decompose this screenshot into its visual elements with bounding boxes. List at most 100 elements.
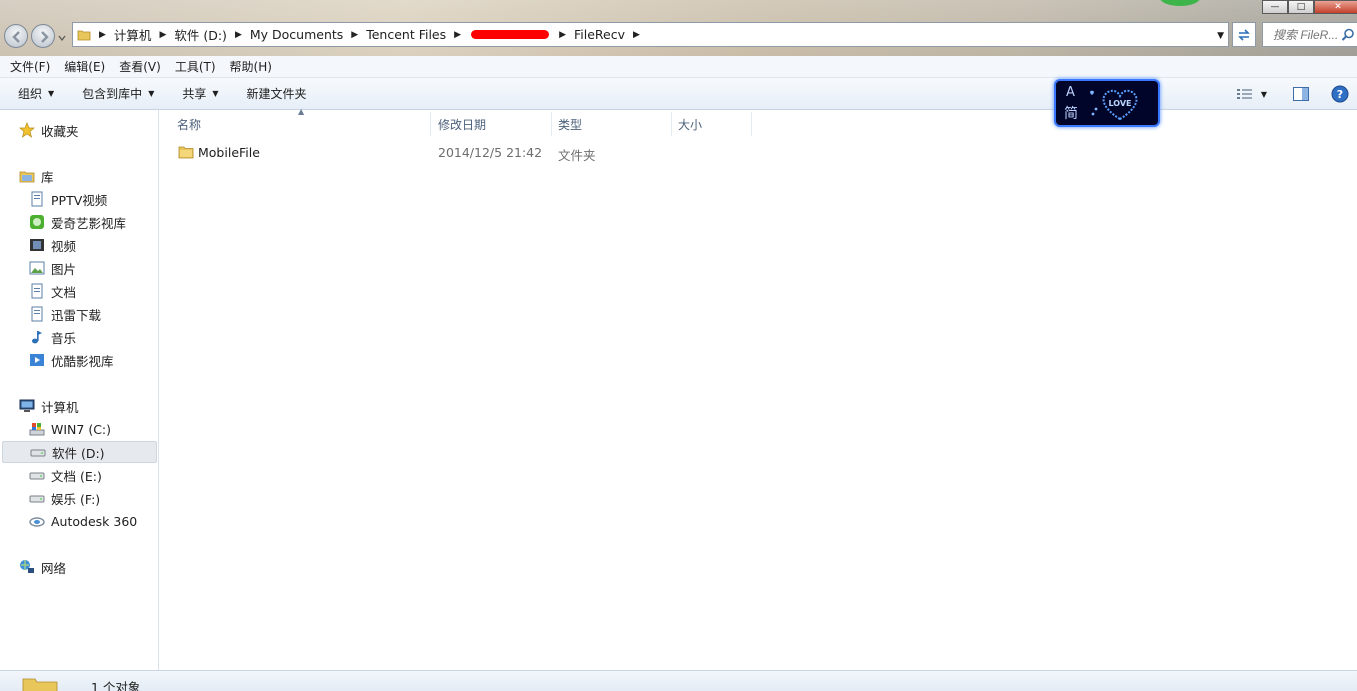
breadcrumb-separator[interactable]: ▶ bbox=[155, 30, 170, 40]
breadcrumb-separator[interactable]: ▶ bbox=[450, 30, 465, 40]
nav-favorites-label: 收藏夹 bbox=[41, 123, 79, 139]
menu-help[interactable]: 帮助(H) bbox=[223, 56, 279, 78]
ime-status-widget[interactable]: A 简 LOVE bbox=[1054, 79, 1160, 127]
nav-library-label: PPTV视频 bbox=[51, 192, 108, 208]
breadcrumb-tencent-files[interactable]: Tencent Files bbox=[362, 23, 450, 46]
file-name: MobileFile bbox=[198, 145, 260, 160]
nav-library-pptv[interactable]: PPTV视频 bbox=[0, 188, 158, 210]
picture-icon bbox=[29, 260, 45, 276]
redacted-breadcrumb bbox=[471, 30, 550, 39]
address-history-dropdown[interactable]: ▼ bbox=[1217, 31, 1224, 41]
nav-library-xunlei[interactable]: 迅雷下载 bbox=[0, 303, 158, 325]
nav-autodesk-360[interactable]: Autodesk 360 bbox=[0, 510, 158, 532]
folder-icon bbox=[73, 23, 95, 46]
nav-library-label: 音乐 bbox=[51, 330, 77, 346]
music-note-icon bbox=[29, 329, 45, 345]
nav-library-pictures[interactable]: 图片 bbox=[0, 257, 158, 279]
navigation-pane: 收藏夹 库 PPTV视频 爱奇艺影视库 视频 图片 文档 迅雷下载 音乐 优酷影… bbox=[0, 110, 159, 670]
nav-computer-label: 计算机 bbox=[41, 399, 79, 415]
menu-tools[interactable]: 工具(T) bbox=[168, 56, 223, 78]
nav-library-iqiyi[interactable]: 爱奇艺影视库 bbox=[0, 211, 158, 233]
nav-library-documents[interactable]: 文档 bbox=[0, 280, 158, 302]
hard-drive-icon bbox=[29, 467, 45, 483]
refresh-icon bbox=[1238, 28, 1250, 41]
breadcrumb-separator[interactable]: ▶ bbox=[231, 30, 246, 40]
breadcrumb-separator[interactable]: ▶ bbox=[629, 30, 644, 40]
menu-edit[interactable]: 编辑(E) bbox=[57, 56, 112, 78]
maximize-button[interactable]: □ bbox=[1288, 0, 1314, 14]
view-controls: ▼ ? bbox=[1225, 78, 1357, 110]
breadcrumb-separator[interactable]: ▶ bbox=[95, 30, 110, 40]
computer-icon bbox=[19, 398, 35, 414]
document-icon bbox=[29, 283, 45, 299]
organize-label: 组织 bbox=[18, 87, 43, 101]
menu-view[interactable]: 查看(V) bbox=[112, 56, 168, 78]
menu-bar: 文件(F) 编辑(E) 查看(V) 工具(T) 帮助(H) bbox=[0, 56, 1357, 78]
breadcrumb-separator[interactable]: ▶ bbox=[555, 30, 570, 40]
nav-drive-label: Autodesk 360 bbox=[51, 513, 138, 529]
help-icon: ? bbox=[1331, 85, 1349, 103]
nav-drive-label: 娱乐 (F:) bbox=[51, 491, 101, 507]
new-folder-label: 新建文件夹 bbox=[246, 87, 307, 101]
help-button[interactable]: ? bbox=[1325, 80, 1355, 108]
column-header-name[interactable]: 名称 bbox=[171, 112, 431, 136]
nav-drive-c[interactable]: WIN7 (C:) bbox=[0, 418, 158, 440]
nav-drive-f[interactable]: 娱乐 (F:) bbox=[0, 487, 158, 509]
forward-button[interactable] bbox=[31, 24, 55, 48]
svg-text:?: ? bbox=[1337, 88, 1343, 101]
nav-favorites[interactable]: 收藏夹 bbox=[0, 119, 158, 141]
nav-library-label: 视频 bbox=[51, 238, 77, 254]
document-library-icon bbox=[29, 306, 45, 322]
video-library-icon bbox=[29, 352, 45, 368]
search-input[interactable] bbox=[1273, 27, 1341, 42]
search-field[interactable] bbox=[1262, 22, 1357, 47]
back-button[interactable] bbox=[4, 24, 28, 48]
folder-icon bbox=[178, 144, 194, 163]
address-bar[interactable]: ▶ 计算机 ▶ 软件 (D:) ▶ My Documents ▶ Tencent… bbox=[72, 22, 1229, 47]
nav-library-label: 文档 bbox=[51, 284, 77, 300]
preview-pane-button[interactable] bbox=[1287, 80, 1315, 108]
item-count: 1 个对象 bbox=[91, 680, 141, 691]
nav-network[interactable]: 网络 bbox=[0, 556, 158, 578]
new-folder-button[interactable]: 新建文件夹 bbox=[237, 80, 317, 108]
nav-library-label: 迅雷下载 bbox=[51, 307, 102, 323]
breadcrumb-computer[interactable]: 计算机 bbox=[110, 23, 156, 46]
nav-library-youku[interactable]: 优酷影视库 bbox=[0, 349, 158, 371]
search-icon[interactable] bbox=[1341, 28, 1355, 42]
breadcrumb-separator[interactable]: ▶ bbox=[347, 30, 362, 40]
nav-libraries[interactable]: 库 bbox=[0, 165, 158, 187]
file-type: 文件夹 bbox=[558, 148, 596, 163]
cloud-drive-icon bbox=[29, 513, 45, 529]
recent-pages-button[interactable] bbox=[58, 31, 66, 41]
nav-drive-e[interactable]: 文档 (E:) bbox=[0, 464, 158, 486]
window-controls: — □ ✕ bbox=[1262, 0, 1357, 14]
document-library-icon bbox=[29, 191, 45, 207]
nav-computer[interactable]: 计算机 bbox=[0, 395, 158, 417]
column-header-type[interactable]: 类型 bbox=[552, 112, 672, 136]
refresh-button[interactable] bbox=[1232, 22, 1256, 47]
change-view-button[interactable]: ▼ bbox=[1231, 80, 1273, 108]
hard-drive-icon bbox=[30, 444, 46, 460]
nav-library-label: 优酷影视库 bbox=[51, 353, 114, 369]
column-header-size[interactable]: 大小 bbox=[672, 112, 752, 136]
file-date-modified: 2014/12/5 21:42 bbox=[438, 145, 543, 160]
nav-library-videos[interactable]: 视频 bbox=[0, 234, 158, 256]
share-button[interactable]: 共享 ▼ bbox=[172, 80, 228, 108]
file-row[interactable]: MobileFile 2014/12/5 21:42 文件夹 bbox=[174, 142, 774, 164]
close-button[interactable]: ✕ bbox=[1314, 0, 1357, 14]
chevron-down-icon: ▼ bbox=[48, 89, 55, 98]
nav-library-label: 爱奇艺影视库 bbox=[51, 215, 127, 231]
file-list-view[interactable]: ▲ 名称 修改日期 类型 大小 MobileFile 2014/12/5 21:… bbox=[160, 107, 1357, 670]
chevron-down-icon: ▼ bbox=[212, 89, 219, 98]
iqiyi-icon bbox=[29, 214, 45, 230]
breadcrumb-drive-d[interactable]: 软件 (D:) bbox=[170, 23, 231, 46]
breadcrumb-filerecv[interactable]: FileRecv bbox=[570, 23, 629, 46]
nav-library-music[interactable]: 音乐 bbox=[0, 326, 158, 348]
column-header-date-modified[interactable]: 修改日期 bbox=[432, 112, 552, 136]
breadcrumb-my-documents[interactable]: My Documents bbox=[246, 23, 347, 46]
organize-button[interactable]: 组织 ▼ bbox=[8, 80, 64, 108]
minimize-button[interactable]: — bbox=[1262, 0, 1288, 14]
nav-drive-d[interactable]: 软件 (D:) bbox=[2, 441, 157, 463]
menu-file[interactable]: 文件(F) bbox=[3, 56, 57, 78]
include-in-library-button[interactable]: 包含到库中 ▼ bbox=[72, 80, 164, 108]
